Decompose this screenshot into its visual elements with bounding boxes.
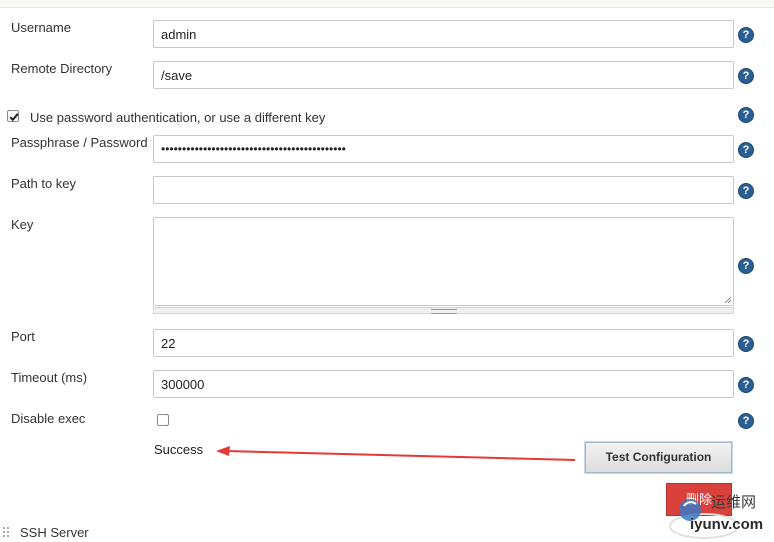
port-label: Port (11, 329, 35, 344)
help-icon[interactable]: ? (738, 183, 754, 199)
help-icon[interactable]: ? (738, 336, 754, 352)
help-icon[interactable]: ? (738, 258, 754, 274)
top-edge (0, 0, 774, 8)
test-result-text: Success (154, 442, 204, 457)
watermark-site-text: 运维网 (711, 494, 757, 511)
help-icon[interactable]: ? (738, 413, 754, 429)
passphrase-field[interactable]: ••••••••••••••••••••••••••••••••••••••••… (153, 135, 734, 163)
disable-exec-label: Disable exec (11, 411, 86, 426)
remote-directory-field[interactable]: /save (153, 61, 734, 89)
help-icon[interactable]: ? (738, 107, 754, 123)
port-field[interactable]: 22 (153, 329, 734, 357)
help-icon[interactable]: ? (738, 377, 754, 393)
remote-directory-label: Remote Directory (11, 61, 113, 76)
watermark-url-text: iyunv.com (690, 516, 764, 533)
key-textarea[interactable] (153, 217, 734, 306)
drag-handle-icon[interactable] (2, 526, 12, 540)
disable-exec-checkbox[interactable] (157, 414, 169, 426)
help-icon[interactable]: ? (738, 142, 754, 158)
drag-handle-icon (431, 309, 457, 314)
resize-grip-icon[interactable] (724, 296, 732, 304)
path-to-key-label: Path to key (11, 176, 77, 191)
key-label: Key (11, 217, 34, 232)
checkmark-icon (9, 113, 19, 122)
path-to-key-field[interactable] (153, 176, 734, 204)
help-icon[interactable]: ? (738, 68, 754, 84)
ssh-server-section-title: SSH Server (20, 525, 89, 540)
username-label: Username (11, 20, 71, 35)
timeout-field[interactable]: 300000 (153, 370, 734, 398)
use-password-auth-checkbox[interactable] (7, 110, 19, 122)
use-password-auth-label: Use password authentication, or use a di… (30, 110, 326, 125)
username-field[interactable]: admin (153, 20, 734, 48)
help-icon[interactable]: ? (738, 27, 754, 43)
timeout-label: Timeout (ms) (11, 370, 88, 385)
passphrase-label: Passphrase / Password (11, 135, 148, 150)
textarea-resize-handle[interactable] (153, 307, 734, 314)
test-configuration-button[interactable]: Test Configuration (585, 442, 732, 473)
